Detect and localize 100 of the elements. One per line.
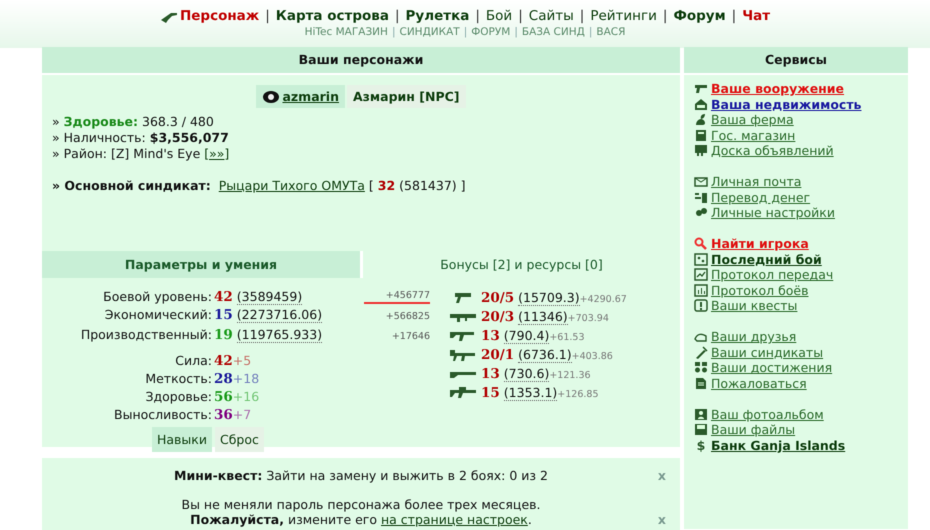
nav-link[interactable]: Рулетка: [406, 8, 470, 24]
level-label: Производственный:: [80, 326, 213, 344]
service-link[interactable]: Личные настройки: [711, 205, 835, 220]
syndicate-info: [ 32 (581437) ]: [368, 178, 466, 193]
service-link[interactable]: Доска объявлений: [711, 143, 834, 158]
service-link[interactable]: Гос. магазин: [711, 128, 796, 143]
subnav-link[interactable]: HiTec МАГАЗИН: [304, 26, 388, 38]
machine-gun-icon: [449, 348, 477, 361]
service-link[interactable]: Ваши файлы: [711, 422, 796, 438]
service-link[interactable]: Ваши синдикаты: [711, 344, 824, 360]
syndicate-label: » Основной синдикат:: [52, 178, 211, 193]
nav-link[interactable]: Персонаж: [180, 8, 260, 24]
level-gain: +566825: [384, 310, 430, 324]
level-value: 42: [214, 289, 233, 305]
service-link[interactable]: Ваше вооружение: [711, 81, 844, 96]
service-link[interactable]: Личная почта: [711, 174, 802, 190]
settings-link[interactable]: на странице настроек: [381, 512, 528, 527]
nav-link[interactable]: Сайты: [528, 8, 574, 24]
attribute-bonus: +18: [232, 371, 260, 386]
dice-icon: [694, 252, 708, 266]
subnav-link[interactable]: БАЗА СИНД: [522, 26, 585, 38]
service-link[interactable]: Ваша недвижимость: [711, 96, 862, 112]
weapon-level: 15: [481, 384, 500, 400]
service-link[interactable]: Ваша ферма: [711, 112, 794, 128]
weapon-gain: +703.94: [568, 312, 609, 324]
separator: |: [580, 8, 584, 24]
weapon-points: (730.6): [504, 366, 550, 382]
separator: |: [464, 26, 468, 38]
service-link[interactable]: Протокол передач: [711, 267, 834, 282]
weapon-level: 20/3: [481, 308, 514, 324]
level-label: Экономический:: [104, 306, 213, 324]
attribute-value: 36: [214, 407, 233, 423]
level-gain: +456777: [364, 288, 430, 304]
subnav-link[interactable]: ФОРУМ: [471, 26, 510, 38]
district-text: » Район: [Z] Mind's Eye: [52, 146, 202, 161]
attribute-label: Здоровье:: [144, 388, 213, 406]
nav-link[interactable]: Рейтинги: [590, 8, 657, 24]
tab[interactable]: Бонусы [2] и ресурсы [0]: [363, 251, 680, 278]
nav-link[interactable]: Карта острова: [276, 8, 389, 24]
level-value: 15: [214, 307, 233, 323]
dagger-icon: [694, 346, 708, 359]
attribute-value: 42: [214, 353, 233, 369]
level-points: (3589459): [236, 289, 302, 305]
weapon-points: (15709.3): [518, 290, 580, 306]
separator: |: [475, 8, 480, 24]
chart-icon: [694, 268, 708, 282]
character-tab[interactable]: azmarin: [256, 85, 345, 108]
dollar-icon: $: [694, 438, 708, 453]
subnav-link[interactable]: ВАСЯ: [596, 26, 626, 38]
level-points: (119765.933): [236, 327, 322, 343]
weapon-gain: +403.86: [572, 350, 613, 362]
weapon-gain: +121.36: [549, 370, 591, 380]
skill-button[interactable]: Навыки: [152, 427, 212, 452]
panel-header: Ваши персонажи: [42, 47, 680, 75]
weapon-gain: +61.53: [549, 332, 585, 342]
level-label: Боевой уровень:: [102, 288, 213, 306]
separator: |: [732, 8, 736, 24]
envelope-icon: [694, 175, 708, 188]
service-link[interactable]: Ваши квесты: [711, 298, 798, 314]
photo-icon: [694, 408, 708, 421]
board-icon: [694, 144, 708, 158]
weapon-points: (6736.1): [518, 346, 572, 362]
nav-link[interactable]: Форум: [673, 8, 726, 24]
service-link[interactable]: Перевод денег: [711, 190, 810, 205]
separator: |: [514, 26, 518, 38]
service-link[interactable]: Ваши достижения: [711, 360, 832, 376]
attribute-value: 56: [214, 389, 233, 405]
separator: |: [662, 8, 668, 24]
separator: |: [392, 26, 396, 38]
nav-link[interactable]: Чат: [742, 8, 770, 24]
service-link[interactable]: Ваш фотоальбом: [711, 406, 824, 422]
level-gain: +17646: [390, 330, 430, 344]
attribute-bonus: +16: [232, 389, 260, 404]
service-link[interactable]: Ваши друзья: [711, 329, 796, 344]
house-icon: [694, 98, 708, 111]
tab[interactable]: Параметры и умения: [42, 251, 360, 278]
alert-icon: [694, 299, 708, 312]
character-tab[interactable]: Азмарин [NPC]: [347, 85, 466, 108]
weapon-points: (1353.1): [504, 384, 558, 400]
service-link[interactable]: Найти игрока: [711, 236, 809, 252]
weapon-level: 13: [481, 366, 500, 382]
attribute-label: Выносливость:: [113, 406, 213, 424]
notice-text: Мини-квест: Зайти на замену и выжить в 2 боях: 0 из 2: [173, 468, 549, 483]
nav-link[interactable]: Бой: [486, 8, 512, 24]
weapon-points: (790.4): [504, 328, 550, 344]
district-link[interactable]: [»»]: [204, 146, 230, 161]
service-link[interactable]: Протокол боёв: [711, 282, 808, 298]
subnav-link[interactable]: СИНДИКАТ: [399, 26, 460, 38]
plant-icon: [694, 113, 708, 126]
service-link[interactable]: Банк Ganja Islands: [711, 438, 846, 453]
notice-text: Пожалуйста, измените его на странице настроек.: [189, 512, 533, 527]
calculator-icon: [694, 128, 708, 142]
weapon-gain: +4290.67: [580, 294, 627, 304]
syndicate-link[interactable]: Рыцари Тихого ОМУТа: [218, 178, 365, 193]
service-link[interactable]: Последний бой: [711, 252, 822, 267]
search-icon: [694, 237, 708, 250]
service-link[interactable]: Пожаловаться: [711, 376, 807, 391]
weapon-points: (11346): [518, 308, 568, 324]
skill-button[interactable]: Сброс: [214, 427, 264, 452]
separator: |: [265, 8, 270, 24]
